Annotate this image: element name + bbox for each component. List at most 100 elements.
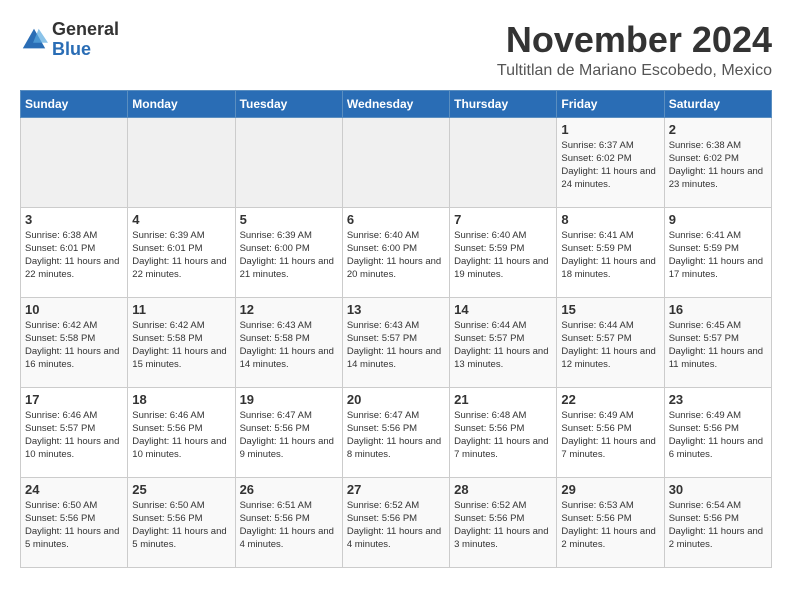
calendar-cell: 8 Sunrise: 6:41 AM Sunset: 5:59 PM Daylig… — [557, 207, 664, 297]
day-info: Sunrise: 6:52 AM Sunset: 5:56 PM Dayligh… — [347, 499, 445, 552]
calendar-cell: 10 Sunrise: 6:42 AM Sunset: 5:58 PM Dayli… — [21, 297, 128, 387]
header-thursday: Thursday — [450, 90, 557, 117]
day-info: Sunrise: 6:43 AM Sunset: 5:57 PM Dayligh… — [347, 319, 445, 372]
day-number: 22 — [561, 392, 659, 407]
location-title: Tultitlan de Mariano Escobedo, Mexico — [497, 62, 772, 80]
header-monday: Monday — [128, 90, 235, 117]
day-info: Sunrise: 6:41 AM Sunset: 5:59 PM Dayligh… — [669, 229, 767, 282]
month-title: November 2024 — [497, 20, 772, 60]
header-wednesday: Wednesday — [342, 90, 449, 117]
day-number: 27 — [347, 482, 445, 497]
calendar-cell: 11 Sunrise: 6:42 AM Sunset: 5:58 PM Dayli… — [128, 297, 235, 387]
day-number: 25 — [132, 482, 230, 497]
day-info: Sunrise: 6:39 AM Sunset: 6:00 PM Dayligh… — [240, 229, 338, 282]
calendar-cell: 25 Sunrise: 6:50 AM Sunset: 5:56 PM Dayli… — [128, 477, 235, 567]
day-number: 14 — [454, 302, 552, 317]
header-sunday: Sunday — [21, 90, 128, 117]
weekday-header-row: SundayMondayTuesdayWednesdayThursdayFrid… — [21, 90, 772, 117]
calendar-cell: 1 Sunrise: 6:37 AM Sunset: 6:02 PM Daylig… — [557, 117, 664, 207]
day-info: Sunrise: 6:40 AM Sunset: 5:59 PM Dayligh… — [454, 229, 552, 282]
day-info: Sunrise: 6:42 AM Sunset: 5:58 PM Dayligh… — [132, 319, 230, 372]
day-number: 16 — [669, 302, 767, 317]
week-row-4: 17 Sunrise: 6:46 AM Sunset: 5:57 PM Dayli… — [21, 387, 772, 477]
logo-text: General Blue — [52, 20, 119, 60]
day-number: 30 — [669, 482, 767, 497]
day-info: Sunrise: 6:39 AM Sunset: 6:01 PM Dayligh… — [132, 229, 230, 282]
day-number: 5 — [240, 212, 338, 227]
calendar-cell: 26Sunrise: 6:51 AM Sunset: 5:56 PM Dayli… — [235, 477, 342, 567]
day-info: Sunrise: 6:46 AM Sunset: 5:57 PM Dayligh… — [25, 409, 123, 462]
calendar-cell: 18Sunrise: 6:46 AM Sunset: 5:56 PM Dayli… — [128, 387, 235, 477]
day-number: 15 — [561, 302, 659, 317]
calendar-cell: 30 Sunrise: 6:54 AM Sunset: 5:56 PM Dayli… — [664, 477, 771, 567]
day-number: 7 — [454, 212, 552, 227]
calendar-cell: 16 Sunrise: 6:45 AM Sunset: 5:57 PM Dayli… — [664, 297, 771, 387]
calendar-cell: 13 Sunrise: 6:43 AM Sunset: 5:57 PM Dayli… — [342, 297, 449, 387]
calendar-cell: 2 Sunrise: 6:38 AM Sunset: 6:02 PM Daylig… — [664, 117, 771, 207]
day-info: Sunrise: 6:38 AM Sunset: 6:01 PM Dayligh… — [25, 229, 123, 282]
title-block: November 2024 Tultitlan de Mariano Escob… — [497, 20, 772, 80]
day-number: 19 — [240, 392, 338, 407]
day-number: 8 — [561, 212, 659, 227]
day-info: Sunrise: 6:49 AM Sunset: 5:56 PM Dayligh… — [669, 409, 767, 462]
calendar-table: SundayMondayTuesdayWednesdayThursdayFrid… — [20, 90, 772, 568]
header-friday: Friday — [557, 90, 664, 117]
day-number: 11 — [132, 302, 230, 317]
page-header: General Blue November 2024 Tultitlan de … — [20, 20, 772, 80]
day-number: 23 — [669, 392, 767, 407]
day-info: Sunrise: 6:43 AM Sunset: 5:58 PM Dayligh… — [240, 319, 338, 372]
calendar-cell — [342, 117, 449, 207]
calendar-cell: 3Sunrise: 6:38 AM Sunset: 6:01 PM Daylig… — [21, 207, 128, 297]
calendar-cell — [450, 117, 557, 207]
day-number: 12 — [240, 302, 338, 317]
day-number: 18 — [132, 392, 230, 407]
calendar-cell: 28 Sunrise: 6:52 AM Sunset: 5:56 PM Dayli… — [450, 477, 557, 567]
day-number: 17 — [25, 392, 123, 407]
calendar-cell: 27 Sunrise: 6:52 AM Sunset: 5:56 PM Dayli… — [342, 477, 449, 567]
day-info: Sunrise: 6:54 AM Sunset: 5:56 PM Dayligh… — [669, 499, 767, 552]
calendar-cell: 20 Sunrise: 6:47 AM Sunset: 5:56 PM Dayli… — [342, 387, 449, 477]
day-number: 9 — [669, 212, 767, 227]
header-saturday: Saturday — [664, 90, 771, 117]
day-info: Sunrise: 6:45 AM Sunset: 5:57 PM Dayligh… — [669, 319, 767, 372]
calendar-cell: 5 Sunrise: 6:39 AM Sunset: 6:00 PM Daylig… — [235, 207, 342, 297]
day-number: 4 — [132, 212, 230, 227]
day-number: 10 — [25, 302, 123, 317]
day-info: Sunrise: 6:52 AM Sunset: 5:56 PM Dayligh… — [454, 499, 552, 552]
week-row-3: 10 Sunrise: 6:42 AM Sunset: 5:58 PM Dayli… — [21, 297, 772, 387]
calendar-cell: 6Sunrise: 6:40 AM Sunset: 6:00 PM Daylig… — [342, 207, 449, 297]
calendar-cell: 23 Sunrise: 6:49 AM Sunset: 5:56 PM Dayli… — [664, 387, 771, 477]
day-info: Sunrise: 6:37 AM Sunset: 6:02 PM Dayligh… — [561, 139, 659, 192]
day-info: Sunrise: 6:49 AM Sunset: 5:56 PM Dayligh… — [561, 409, 659, 462]
day-info: Sunrise: 6:50 AM Sunset: 5:56 PM Dayligh… — [132, 499, 230, 552]
week-row-1: 1 Sunrise: 6:37 AM Sunset: 6:02 PM Daylig… — [21, 117, 772, 207]
calendar-cell: 9 Sunrise: 6:41 AM Sunset: 5:59 PM Daylig… — [664, 207, 771, 297]
logo-icon — [20, 26, 48, 54]
day-number: 20 — [347, 392, 445, 407]
calendar-cell: 4 Sunrise: 6:39 AM Sunset: 6:01 PM Daylig… — [128, 207, 235, 297]
calendar-cell — [128, 117, 235, 207]
calendar-cell: 19 Sunrise: 6:47 AM Sunset: 5:56 PM Dayli… — [235, 387, 342, 477]
calendar-cell: 14 Sunrise: 6:44 AM Sunset: 5:57 PM Dayli… — [450, 297, 557, 387]
day-info: Sunrise: 6:47 AM Sunset: 5:56 PM Dayligh… — [240, 409, 338, 462]
calendar-cell: 7 Sunrise: 6:40 AM Sunset: 5:59 PM Daylig… — [450, 207, 557, 297]
day-info: Sunrise: 6:48 AM Sunset: 5:56 PM Dayligh… — [454, 409, 552, 462]
day-info: Sunrise: 6:42 AM Sunset: 5:58 PM Dayligh… — [25, 319, 123, 372]
calendar-cell: 21Sunrise: 6:48 AM Sunset: 5:56 PM Dayli… — [450, 387, 557, 477]
calendar-cell: 24Sunrise: 6:50 AM Sunset: 5:56 PM Dayli… — [21, 477, 128, 567]
day-number: 26 — [240, 482, 338, 497]
calendar-cell: 29Sunrise: 6:53 AM Sunset: 5:56 PM Dayli… — [557, 477, 664, 567]
day-number: 28 — [454, 482, 552, 497]
day-number: 1 — [561, 122, 659, 137]
day-number: 13 — [347, 302, 445, 317]
calendar-cell: 17 Sunrise: 6:46 AM Sunset: 5:57 PM Dayli… — [21, 387, 128, 477]
day-info: Sunrise: 6:38 AM Sunset: 6:02 PM Dayligh… — [669, 139, 767, 192]
calendar-cell: 15 Sunrise: 6:44 AM Sunset: 5:57 PM Dayli… — [557, 297, 664, 387]
day-info: Sunrise: 6:41 AM Sunset: 5:59 PM Dayligh… — [561, 229, 659, 282]
day-number: 29 — [561, 482, 659, 497]
day-info: Sunrise: 6:44 AM Sunset: 5:57 PM Dayligh… — [561, 319, 659, 372]
day-info: Sunrise: 6:44 AM Sunset: 5:57 PM Dayligh… — [454, 319, 552, 372]
day-info: Sunrise: 6:47 AM Sunset: 5:56 PM Dayligh… — [347, 409, 445, 462]
day-number: 2 — [669, 122, 767, 137]
week-row-5: 24Sunrise: 6:50 AM Sunset: 5:56 PM Dayli… — [21, 477, 772, 567]
